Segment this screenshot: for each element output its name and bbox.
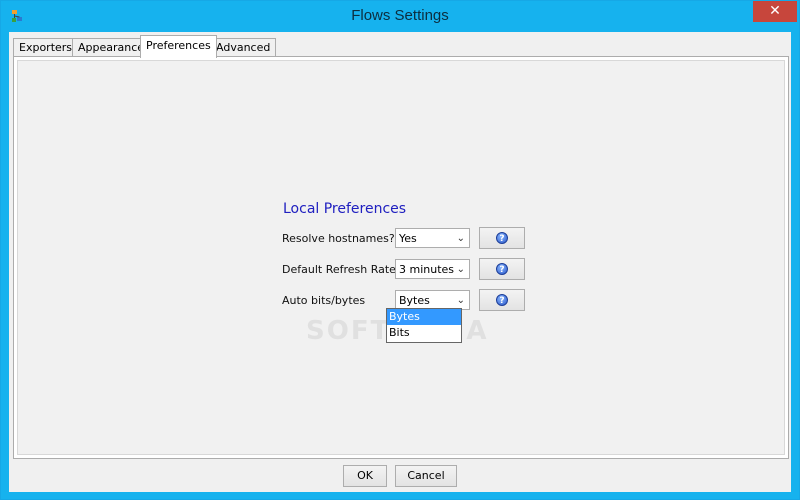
auto-bits-bytes-select[interactable]: Bytes ⌄ xyxy=(395,290,470,310)
resolve-hostnames-help-button[interactable]: ? xyxy=(479,227,525,249)
auto-bits-bytes-help-button[interactable]: ? xyxy=(479,289,525,311)
refresh-rate-value: 3 minutes xyxy=(399,263,455,276)
cancel-button[interactable]: Cancel xyxy=(395,465,457,487)
settings-window: Flows Settings ✕ Exporters Appearance Pr… xyxy=(0,0,800,500)
tab-preferences[interactable]: Preferences xyxy=(140,35,217,58)
auto-bits-bytes-value: Bytes xyxy=(399,294,430,307)
dialog-body: Exporters Appearance Preferences Advance… xyxy=(9,32,791,492)
chevron-down-icon: ⌄ xyxy=(456,233,465,244)
refresh-rate-help-button[interactable]: ? xyxy=(479,258,525,280)
ok-button[interactable]: OK xyxy=(343,465,387,487)
help-icon: ? xyxy=(496,232,508,244)
help-icon: ? xyxy=(496,263,508,275)
tab-appearance[interactable]: Appearance xyxy=(72,38,151,57)
resolve-hostnames-select[interactable]: Yes ⌄ xyxy=(395,228,470,248)
help-icon: ? xyxy=(496,294,508,306)
dropdown-option-bytes[interactable]: Bytes xyxy=(387,309,461,325)
resolve-hostnames-value: Yes xyxy=(399,232,417,245)
refresh-rate-label: Default Refresh Rate xyxy=(282,263,396,276)
auto-bits-bytes-label: Auto bits/bytes xyxy=(282,294,366,307)
dropdown-option-bits[interactable]: Bits xyxy=(387,325,461,341)
resolve-hostnames-label: Resolve hostnames? xyxy=(282,232,395,245)
preferences-panel: SOFTPEDIA Local Preferences Resolve host… xyxy=(13,56,789,459)
auto-bits-bytes-dropdown-list: Bytes Bits xyxy=(386,308,462,343)
window-title: Flows Settings xyxy=(351,7,449,24)
title-bar[interactable]: Flows Settings ✕ xyxy=(1,1,799,32)
section-title: Local Preferences xyxy=(283,201,407,217)
refresh-rate-select[interactable]: 3 minutes ⌄ xyxy=(395,259,470,279)
tab-advanced[interactable]: Advanced xyxy=(210,38,277,57)
chevron-down-icon: ⌄ xyxy=(456,264,465,275)
close-button[interactable]: ✕ xyxy=(753,1,797,22)
preferences-content: SOFTPEDIA Local Preferences Resolve host… xyxy=(17,60,785,455)
tab-exporters[interactable]: Exporters xyxy=(13,38,79,57)
close-icon: ✕ xyxy=(769,3,781,19)
